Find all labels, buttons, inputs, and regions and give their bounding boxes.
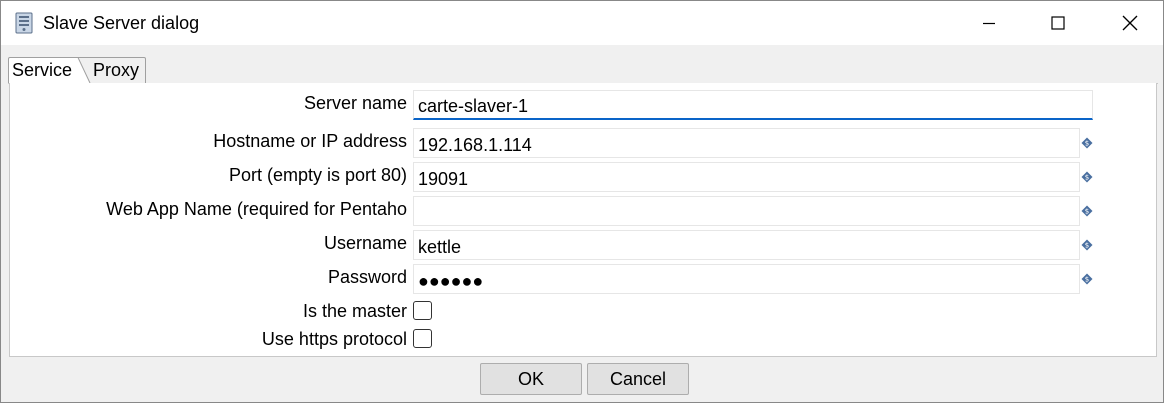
service-panel: Server name Hostname or IP address $ Por… xyxy=(9,83,1157,357)
svg-text:$: $ xyxy=(1085,174,1089,182)
ok-button[interactable]: OK xyxy=(480,363,582,395)
svg-text:$: $ xyxy=(1085,276,1089,284)
password-input[interactable] xyxy=(413,264,1080,294)
maximize-icon xyxy=(1051,16,1065,30)
tab-service[interactable]: Service xyxy=(12,60,72,81)
use-https-label: Use https protocol xyxy=(261,329,407,349)
tab-bar: Service Proxy xyxy=(8,57,1158,84)
minimize-icon xyxy=(983,22,995,25)
variable-diamond-icon[interactable]: $ xyxy=(1081,239,1093,251)
variable-diamond-icon[interactable]: $ xyxy=(1081,137,1093,149)
is-master-label: Is the master xyxy=(302,301,407,321)
dialog-window: Slave Server dialog Service Proxy Server… xyxy=(0,0,1164,403)
webapp-input[interactable] xyxy=(413,196,1080,226)
variable-diamond-icon[interactable]: $ xyxy=(1081,205,1093,217)
close-button[interactable] xyxy=(1105,1,1155,45)
tab-proxy[interactable]: Proxy xyxy=(93,60,139,81)
tab-outline xyxy=(8,57,1158,84)
maximize-button[interactable] xyxy=(1033,1,1083,45)
server-name-input[interactable] xyxy=(413,90,1093,120)
server-icon xyxy=(15,12,33,34)
cancel-button[interactable]: Cancel xyxy=(587,363,689,395)
hostname-label: Hostname or IP address xyxy=(213,131,407,151)
password-label: Password xyxy=(327,267,407,287)
window-title: Slave Server dialog xyxy=(43,13,200,33)
close-icon xyxy=(1122,15,1138,31)
variable-diamond-icon[interactable]: $ xyxy=(1081,273,1093,285)
svg-text:$: $ xyxy=(1085,242,1089,250)
username-input[interactable] xyxy=(413,230,1080,260)
port-label: Port (empty is port 80) xyxy=(228,165,407,185)
svg-text:$: $ xyxy=(1085,140,1089,148)
username-label: Username xyxy=(323,233,407,253)
title-bar: Slave Server dialog xyxy=(1,1,1163,45)
svg-text:$: $ xyxy=(1085,208,1089,216)
minimize-button[interactable] xyxy=(964,1,1014,45)
server-name-label: Server name xyxy=(303,93,407,113)
webapp-label: Web App Name (required for Pentaho xyxy=(106,199,407,219)
is-master-checkbox[interactable] xyxy=(413,301,432,320)
variable-diamond-icon[interactable]: $ xyxy=(1081,171,1093,183)
use-https-checkbox[interactable] xyxy=(413,329,432,348)
port-input[interactable] xyxy=(413,162,1080,192)
hostname-input[interactable] xyxy=(413,128,1080,158)
